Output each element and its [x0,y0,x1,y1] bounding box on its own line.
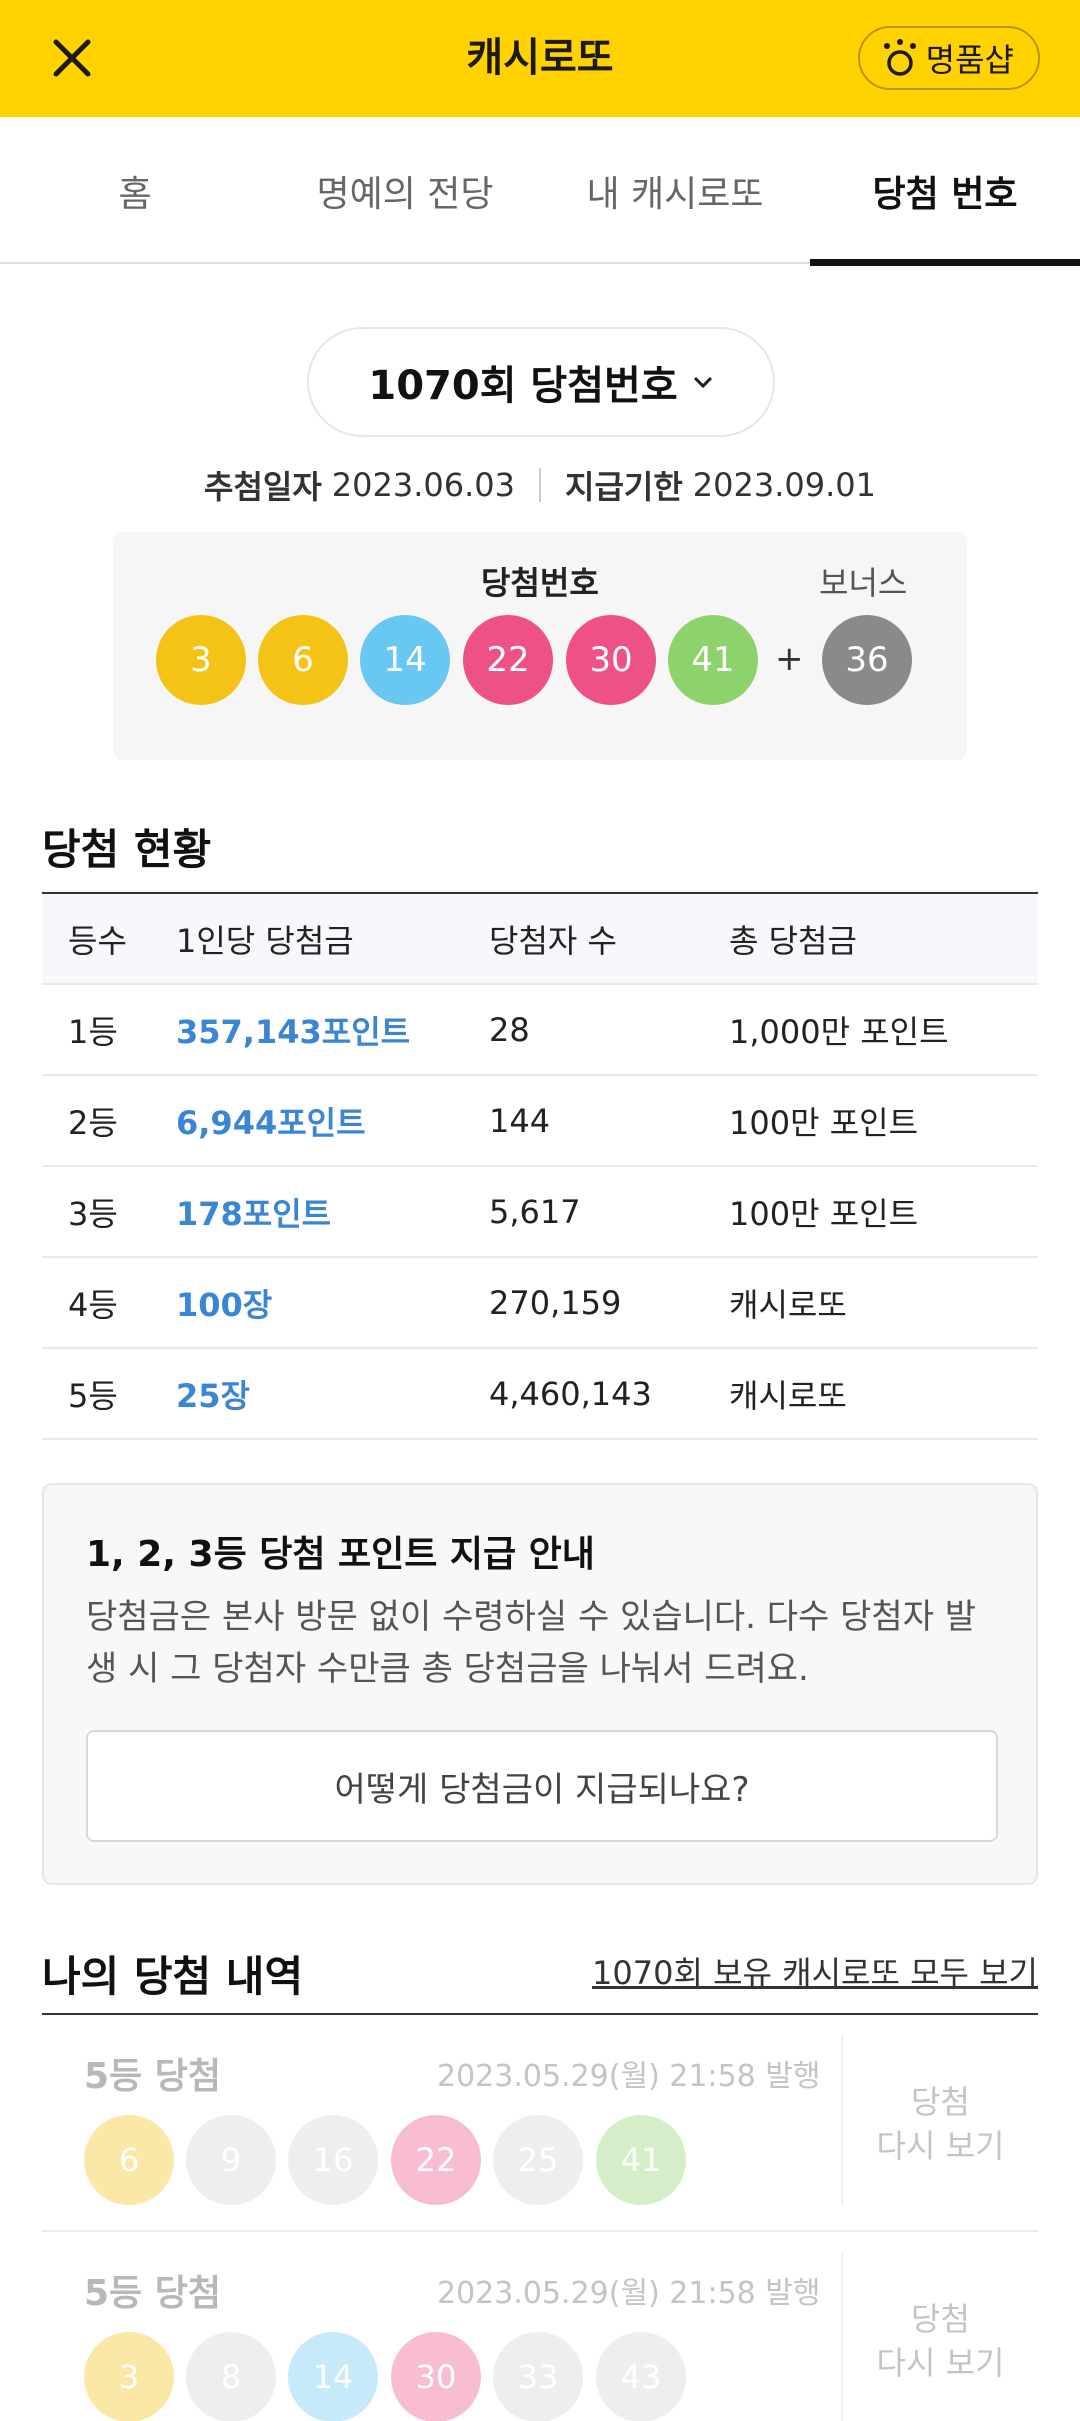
view-again-button[interactable]: 당첨 다시 보기 [843,2015,1038,2232]
winning-numbers-panel: 당첨번호 보너스 3 6 14 22 30 41 + 36 [113,532,967,760]
ticket-issued: 2023.05.29(월) 21:58 발행 [437,2059,821,2094]
view-again-line1: 당첨 [911,2082,970,2121]
list-item: 5등 당첨 2023.05.29(월) 21:58 발행 3 8 14 30 3… [42,2232,1038,2421]
shop-icon [883,39,916,76]
ticket-ball: 30 [391,2332,481,2421]
draw-dates: 추첨일자 2023.06.03 지급기한 2023.09.01 [0,462,1080,508]
ticket-ball: 22 [391,2115,481,2205]
number-ball: 30 [566,615,656,705]
rank-cell: 3등 [68,1194,118,1233]
table-row: 2등 6,944포인트 144 100만 포인트 [42,1076,1038,1167]
total-cell: 캐시로또 [729,1285,847,1324]
rank-cell: 4등 [68,1285,118,1324]
ticket-ball: 9 [186,2115,276,2205]
number-ball: 3 [156,615,246,705]
round-label: 1070회 당첨번호 [368,363,678,409]
tab-winning-numbers[interactable]: 당첨 번호 [810,117,1080,266]
ticket-ball: 25 [493,2115,583,2205]
ticket-ball: 8 [186,2332,276,2421]
draw-date-label: 추첨일자 [204,468,322,506]
table-row: 1등 357,143포인트 28 1,000만 포인트 [42,985,1038,1076]
ticket-ball: 41 [596,2115,686,2205]
total-cell: 캐시로또 [729,1376,847,1415]
app-header: 캐시로또 명품샵 [0,0,1080,117]
payout-method-button[interactable]: 어떻게 당첨금이 지급되나요? [86,1730,998,1842]
col-winners-header: 당첨자 수 [489,921,617,960]
bonus-label: 보너스 [819,564,908,602]
bonus-ball: 36 [822,615,912,705]
table-row: 4등 100장 270,159 캐시로또 [42,1258,1038,1349]
prize-cell: 25장 [176,1376,250,1415]
prize-table: 등수 1인당 당첨금 당첨자 수 총 당첨금 1등 357,143포인트 28 … [42,892,1038,1440]
round-selector[interactable]: 1070회 당첨번호 [307,327,775,437]
table-row: 5등 25장 4,460,143 캐시로또 [42,1349,1038,1440]
ticket-issued: 2023.05.29(월) 21:58 발행 [437,2276,821,2311]
tab-my-cashlotto[interactable]: 내 캐시로또 [540,117,810,264]
number-ball: 14 [360,615,450,705]
total-cell: 100만 포인트 [729,1194,919,1233]
total-cell: 100만 포인트 [729,1103,919,1142]
deadline: 2023.09.01 [692,466,876,504]
payout-info-box: 1, 2, 3등 당첨 포인트 지급 안내 당첨금은 본사 방문 없이 수령하실… [42,1483,1038,1885]
info-text: 당첨금은 본사 방문 없이 수령하실 수 있습니다. 다수 당첨자 발생 시 그… [86,1597,977,1689]
rank-cell: 2등 [68,1103,118,1142]
plus-sign: + [775,639,804,679]
winning-numbers-label: 당첨번호 [481,564,599,602]
close-button[interactable] [40,26,104,90]
view-again-line2: 다시 보기 [876,2126,1005,2165]
ticket-ball: 14 [288,2332,378,2421]
number-ball: 22 [463,615,553,705]
winners-cell: 144 [489,1101,551,1140]
chevron-down-icon [693,376,712,389]
deadline-label: 지급기한 [565,468,683,506]
prize-cell: 100장 [176,1285,273,1324]
prize-cell: 178포인트 [176,1194,332,1233]
total-cell: 1,000만 포인트 [729,1012,949,1051]
col-rank-header: 등수 [68,921,127,960]
close-icon [53,39,91,77]
prize-cell: 6,944포인트 [176,1103,366,1142]
divider [539,468,541,502]
my-history-title: 나의 당첨 내역 [42,1952,304,2001]
winners-cell: 5,617 [489,1192,581,1231]
col-total-header: 총 당첨금 [729,921,857,960]
winners-cell: 28 [489,1010,530,1049]
list-item: 5등 당첨 2023.05.29(월) 21:58 발행 6 9 16 22 2… [42,2015,1038,2232]
winners-cell: 4,460,143 [489,1374,652,1413]
draw-date: 2023.06.03 [331,466,515,504]
ticket-ball: 3 [84,2332,174,2421]
view-again-line1: 당첨 [911,2299,970,2338]
tab-hall-of-fame[interactable]: 명예의 전당 [270,117,540,264]
ticket-ball: 16 [288,2115,378,2205]
ticket-ball: 6 [84,2115,174,2205]
rank-cell: 1등 [68,1012,118,1051]
prize-cell: 357,143포인트 [176,1012,411,1051]
table-header: 등수 1인당 당첨금 당첨자 수 총 당첨금 [42,894,1038,985]
col-prize-header: 1인당 당첨금 [176,921,354,960]
view-again-button[interactable]: 당첨 다시 보기 [843,2232,1038,2421]
rank-cell: 5등 [68,1376,118,1415]
number-ball: 6 [258,615,348,705]
view-again-line2: 다시 보기 [876,2343,1005,2382]
ticket-rank: 5등 당첨 [84,2056,221,2097]
table-row: 3등 178포인트 5,617 100만 포인트 [42,1167,1038,1258]
ticket-ball: 43 [596,2332,686,2421]
ticket-rank: 5등 당첨 [84,2273,221,2314]
status-section-title: 당첨 현황 [42,825,212,874]
tab-bar: 홈 명예의 전당 내 캐시로또 당첨 번호 [0,117,1080,266]
ticket-ball: 33 [493,2332,583,2421]
luxury-shop-button[interactable]: 명품샵 [857,26,1040,90]
info-title: 1, 2, 3등 당첨 포인트 지급 안내 [86,1534,595,1575]
shop-label: 명품샵 [925,41,1014,79]
winners-cell: 270,159 [489,1283,622,1322]
view-all-tickets-link[interactable]: 1070회 보유 캐시로또 모두 보기 [592,1948,1038,1994]
tab-home[interactable]: 홈 [0,117,270,264]
number-ball: 41 [668,615,758,705]
